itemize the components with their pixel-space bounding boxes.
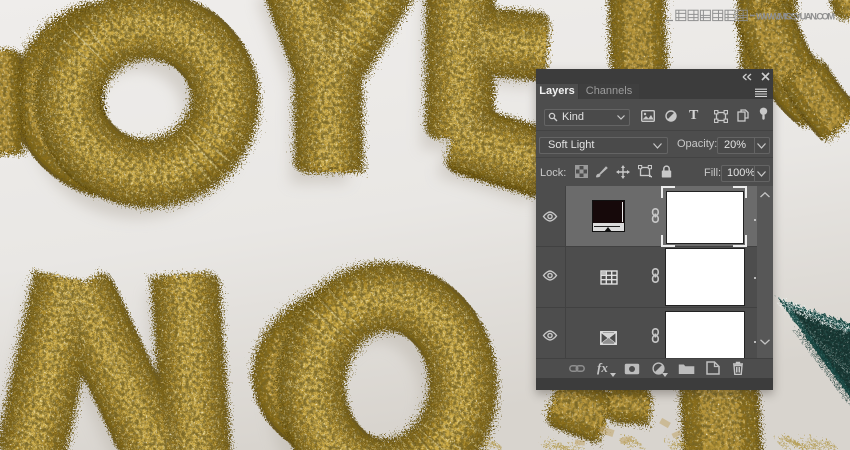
svg-text:WWW.MISSYUAN.COM: WWW.MISSYUAN.COM: [756, 12, 835, 22]
